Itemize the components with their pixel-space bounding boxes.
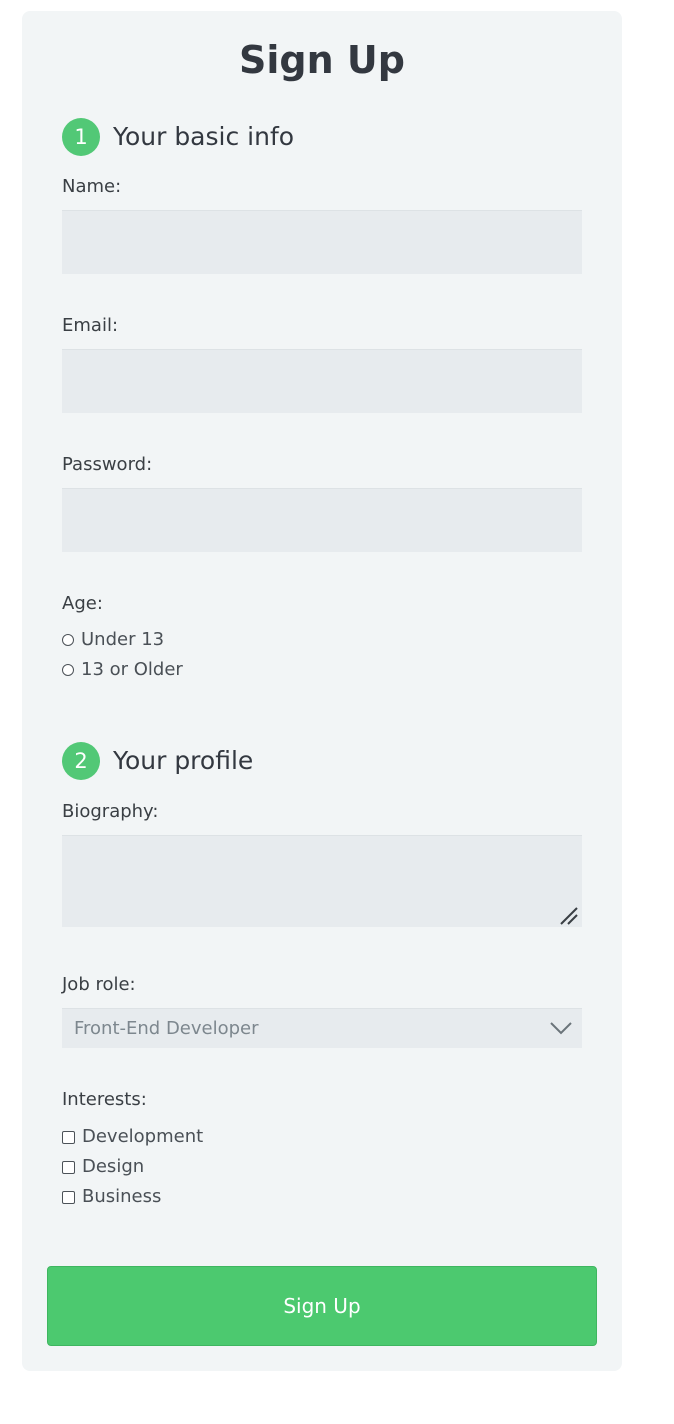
checkbox[interactable] [62,1190,75,1204]
biography-label: Biography: [62,801,159,822]
selected-job-role: Front-End Developer [74,1017,259,1039]
interests-label: Interests: [62,1089,147,1110]
checkbox-label: Business [82,1186,162,1207]
interest-option-business[interactable]: Business [62,1184,161,1210]
radio-button[interactable] [62,664,74,676]
section-header-basic-info: 1 Your basic info [62,117,294,157]
name-label: Name: [62,176,122,197]
age-label: Age: [62,593,103,614]
age-option-under-13[interactable]: Under 13 [62,627,164,653]
checkbox[interactable] [62,1130,75,1144]
section-header-profile: 2 Your profile [62,741,253,781]
email-label: Email: [62,315,119,336]
interest-option-development[interactable]: Development [62,1124,203,1150]
interest-option-design[interactable]: Design [62,1154,144,1180]
radio-button[interactable] [62,634,74,646]
job-role-select[interactable]: Front-End Developer [62,1008,582,1048]
form-title: Sign Up [239,38,405,82]
section-title: Your profile [113,746,254,775]
password-label: Password: [62,454,153,475]
biography-textarea[interactable] [62,835,582,927]
password-input[interactable] [62,488,582,552]
chevron-down-icon [550,1022,572,1035]
age-option-13-or-older[interactable]: 13 or Older [62,657,183,683]
resize-handle-icon[interactable] [560,907,580,925]
signup-form-card: Sign Up 1 Your basic info Name: Email: P… [22,11,622,1371]
sign-up-button[interactable]: Sign Up [47,1266,597,1346]
step-number-badge: 1 [62,118,100,156]
checkbox[interactable] [62,1160,75,1174]
checkbox-label: Design [82,1156,145,1177]
radio-label: 13 or Older [81,659,183,680]
checkbox-label: Development [82,1126,204,1147]
job-role-label: Job role: [62,974,136,995]
step-number-badge: 2 [62,742,100,780]
radio-label: Under 13 [81,629,165,650]
section-title: Your basic info [113,122,295,151]
name-input[interactable] [62,210,582,274]
email-input[interactable] [62,349,582,413]
